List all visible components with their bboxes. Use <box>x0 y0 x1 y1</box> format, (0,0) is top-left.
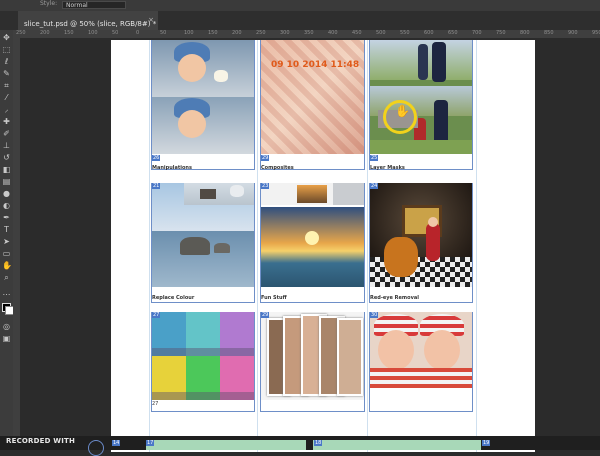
document-tab-title: slice_tut.psd @ 50% (slice, RGB/8#) * <box>24 20 157 28</box>
ruler-tick-label: 250 <box>256 30 266 36</box>
ruler-tick-label: 200 <box>40 30 50 36</box>
move-tool-icon[interactable]: ✥ <box>2 33 11 42</box>
ruler-tick-label: 200 <box>232 30 242 36</box>
recorder-watermark-text: RECORDED WITH <box>6 437 76 445</box>
quick-mask-icon[interactable]: ◎ <box>2 322 11 331</box>
eyedropper-tool-icon[interactable]: ⸝ <box>2 105 11 114</box>
ruler-tick-label: 50 <box>112 30 119 36</box>
pen-tool-icon[interactable]: ✒ <box>2 213 11 222</box>
hand-tool-icon[interactable]: ✋ <box>2 261 12 270</box>
tools-panel: ✥ ⬚ ℓ ✎ ⌗ ⁄ ⸝ ✚ ✐ ⊥ ↺ ◧ ▤ ● ◐ ✒ T ➤ ▭ ✋ … <box>0 30 14 450</box>
ruler-tick-label: 350 <box>304 30 314 36</box>
ruler-tick-label: 100 <box>88 30 98 36</box>
next-row-slice-strip <box>313 440 481 450</box>
cell-caption: Fun Stuff <box>261 295 287 301</box>
gradient-tool-icon[interactable]: ▤ <box>2 177 11 186</box>
twin-babies-photo <box>370 312 472 388</box>
ruler-tick-label: 250 <box>16 30 26 36</box>
marquee-tool-icon[interactable]: ⬚ <box>2 45 11 54</box>
red-eye-removal-photo <box>370 183 472 287</box>
ruler-tick-label: 850 <box>544 30 554 36</box>
healing-tool-icon[interactable]: ✚ <box>2 117 11 126</box>
ruler-tick-label: 0 <box>136 30 140 36</box>
style-value: Normal <box>66 2 88 9</box>
style-label: Style: <box>40 0 58 7</box>
slice-number-label: 27 <box>152 401 159 407</box>
ruler-tick-label: 150 <box>208 30 218 36</box>
composites-photo: 09 10 2014 11:48 <box>261 40 364 154</box>
ruler-tick-label: 600 <box>424 30 434 36</box>
recorder-logo-icon <box>88 440 104 456</box>
slice-guide <box>367 40 368 452</box>
next-row-slice-strip <box>146 440 306 450</box>
close-icon[interactable]: × <box>148 11 154 30</box>
options-bar: Style: Normal <box>0 0 600 11</box>
ruler-tick-label: 400 <box>328 30 338 36</box>
eraser-tool-icon[interactable]: ◧ <box>2 165 11 174</box>
layer-masks-photo <box>370 40 472 154</box>
ruler-tick-label: 50 <box>160 30 167 36</box>
colour-variations-photo <box>152 312 254 400</box>
document-tab[interactable]: slice_tut.psd @ 50% (slice, RGB/8#) * × <box>18 11 158 30</box>
screen-mode-icon[interactable]: ▣ <box>2 334 11 343</box>
cell-caption: Layer Masks <box>370 165 405 171</box>
slice-guide <box>257 40 258 452</box>
ruler-tick-label: 450 <box>352 30 362 36</box>
document-page[interactable]: 26 Manipulations 09 10 2014 11:48 29 Com… <box>111 40 535 452</box>
slice-number-badge: 21 <box>152 183 161 189</box>
path-select-tool-icon[interactable]: ➤ <box>2 237 11 246</box>
ruler-tick-label: 550 <box>400 30 410 36</box>
slice-guide <box>149 40 150 452</box>
lasso-tool-icon[interactable]: ℓ <box>2 57 11 66</box>
slice-number-badge: 18 <box>314 440 323 446</box>
ruler-tick-label: 900 <box>568 30 578 36</box>
crop-tool-icon[interactable]: ⌗ <box>2 81 11 90</box>
cell-caption: Composites <box>261 165 294 171</box>
slice-number-badge: 24 <box>370 183 379 189</box>
slice-guide <box>476 40 477 452</box>
slice-number-badge: 19 <box>482 440 491 446</box>
replace-colour-photo <box>152 183 254 287</box>
datestamp-text: 09 10 2014 11:48 <box>271 60 360 70</box>
ruler-tick-label: 300 <box>280 30 290 36</box>
ruler-tick-label: 100 <box>184 30 194 36</box>
cell-caption: Manipulations <box>152 165 192 171</box>
manipulations-photo <box>152 40 254 154</box>
slice-number-badge: 23 <box>261 183 270 189</box>
blur-tool-icon[interactable]: ● <box>2 189 11 198</box>
ruler-tick-label: 150 <box>64 30 74 36</box>
ruler-tick-label: 950 <box>592 30 600 36</box>
ruler-tick-label: 500 <box>376 30 386 36</box>
clone-stamp-tool-icon[interactable]: ⊥ <box>2 141 11 150</box>
cell-caption: Red-eye Removal <box>370 295 419 301</box>
shape-tool-icon[interactable]: ▭ <box>2 249 11 258</box>
ruler-tick-label: 650 <box>448 30 458 36</box>
slice-number-badge: 14 <box>112 440 121 446</box>
photo-stack-photo <box>261 312 364 400</box>
history-brush-tool-icon[interactable]: ↺ <box>2 153 11 162</box>
document-tab-bar: slice_tut.psd @ 50% (slice, RGB/8#) * × <box>0 11 600 31</box>
quick-select-tool-icon[interactable]: ✎ <box>2 69 11 78</box>
fun-stuff-photo <box>261 183 364 287</box>
slice-number-badge: 30 <box>370 312 379 318</box>
brush-tool-icon[interactable]: ✐ <box>2 129 11 138</box>
slice-number-badge: 29 <box>261 312 270 318</box>
slice-number-badge: 17 <box>146 440 155 446</box>
ruler-tick-label: 700 <box>472 30 482 36</box>
zoom-tool-icon[interactable]: ⌕ <box>2 273 11 282</box>
more-tools-icon[interactable]: … <box>2 288 11 297</box>
dodge-tool-icon[interactable]: ◐ <box>2 201 11 210</box>
slice-number-badge: 27 <box>152 312 161 318</box>
type-tool-icon[interactable]: T <box>2 225 11 234</box>
slice-number-badge: 25 <box>370 155 379 161</box>
ruler-tick-label: 800 <box>520 30 530 36</box>
slice-number-badge: 29 <box>261 155 270 161</box>
slice-tool-icon[interactable]: ⁄ <box>2 93 11 102</box>
ruler-tick-label: 750 <box>496 30 506 36</box>
cell-caption: Replace Colour <box>152 295 195 301</box>
style-dropdown[interactable]: Normal <box>62 1 126 9</box>
hand-cursor-icon: ✋ <box>395 104 410 118</box>
canvas-area[interactable]: 26 Manipulations 09 10 2014 11:48 29 Com… <box>20 38 600 452</box>
slice-number-badge: 26 <box>152 155 161 161</box>
